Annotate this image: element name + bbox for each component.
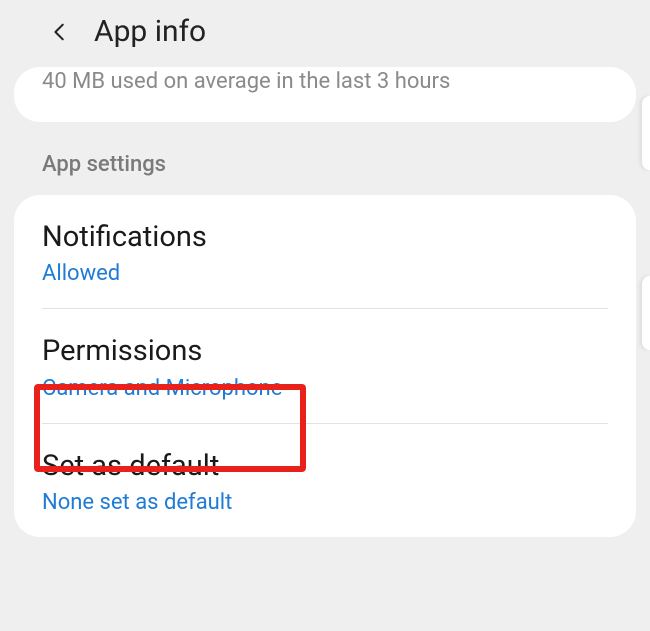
set-default-subtitle: None set as default [42, 490, 608, 515]
memory-row[interactable]: Memory 40 MB used on average in the last… [14, 67, 636, 122]
section-label: App settings [0, 122, 650, 195]
memory-subtitle: 40 MB used on average in the last 3 hour… [14, 67, 636, 94]
permissions-row[interactable]: Permissions Camera and Microphone [14, 309, 636, 422]
page-title: App info [94, 14, 206, 49]
scroll-handle[interactable] [642, 276, 650, 350]
back-icon[interactable] [44, 16, 76, 48]
settings-card: Notifications Allowed Permissions Camera… [14, 195, 636, 537]
permissions-title: Permissions [42, 333, 608, 369]
scroll-handle[interactable] [642, 96, 650, 170]
header: App info [0, 0, 650, 67]
set-default-title: Set as default [42, 448, 608, 484]
set-default-row[interactable]: Set as default None set as default [14, 424, 636, 537]
permissions-subtitle: Camera and Microphone [42, 376, 608, 401]
notifications-title: Notifications [42, 219, 608, 255]
notifications-subtitle: Allowed [42, 261, 608, 286]
notifications-row[interactable]: Notifications Allowed [14, 195, 636, 308]
